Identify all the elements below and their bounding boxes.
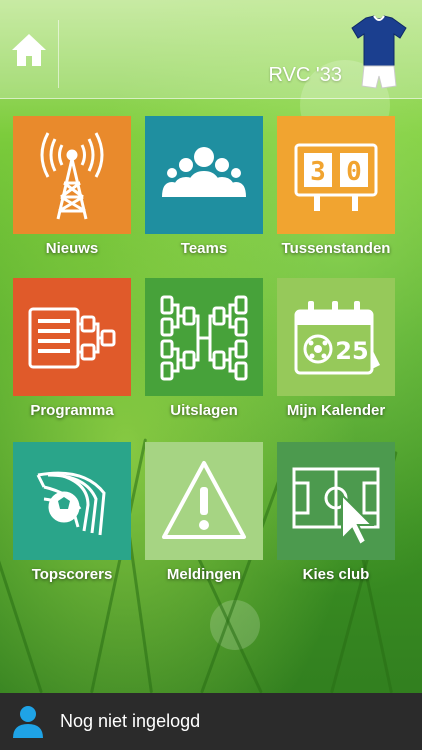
scoreboard-digit-left: 3 (310, 157, 326, 187)
tile-programma[interactable] (13, 278, 131, 396)
warning-icon (162, 461, 246, 539)
user-icon (13, 706, 43, 738)
tile-tussenstanden[interactable]: 3 0 (277, 116, 395, 234)
bracket-icon (160, 295, 248, 381)
tile-teams[interactable] (145, 116, 263, 234)
tile-tussenstanden-label: Tussenstanden (281, 240, 391, 257)
pitch-cursor-icon (292, 467, 380, 547)
home-icon (12, 34, 46, 66)
tile-programma-label: Programma (30, 402, 114, 419)
tile-mijn-kalender-label: Mijn Kalender (286, 402, 386, 419)
group-icon (162, 147, 246, 197)
calendar-icon: 25 (294, 301, 380, 375)
jersey-icon (351, 15, 407, 89)
club-name: RVC '33 (268, 64, 343, 86)
tile-uitslagen-label: Uitslagen (170, 402, 238, 419)
tile-uitslagen[interactable] (145, 278, 263, 396)
tile-teams-label: Teams (180, 240, 228, 257)
scoreboard-icon: 3 0 (294, 143, 378, 211)
tile-kies-club-label: Kies club (302, 566, 370, 583)
goal-net-icon (36, 471, 106, 536)
calendar-day: 25 (335, 337, 368, 365)
schedule-icon (28, 307, 116, 369)
header-bar: RVC '33 (0, 0, 422, 99)
tile-meldingen-label: Meldingen (166, 566, 242, 583)
scoreboard-digit-right: 0 (346, 157, 362, 187)
tile-nieuws-label: Nieuws (45, 240, 99, 257)
tile-kies-club[interactable] (277, 442, 395, 560)
login-status-text: Nog niet ingelogd (60, 711, 201, 731)
tile-topscorers-label: Topscorers (31, 566, 113, 583)
login-status-bar[interactable]: Nog niet ingelogd (0, 693, 422, 750)
tile-nieuws[interactable] (13, 116, 131, 234)
tile-meldingen[interactable] (145, 442, 263, 560)
radio-tower-icon (40, 132, 104, 220)
home-button[interactable] (9, 30, 49, 70)
tile-mijn-kalender[interactable]: 25 (277, 278, 395, 396)
header-divider (58, 20, 59, 88)
tile-topscorers[interactable] (13, 442, 131, 560)
